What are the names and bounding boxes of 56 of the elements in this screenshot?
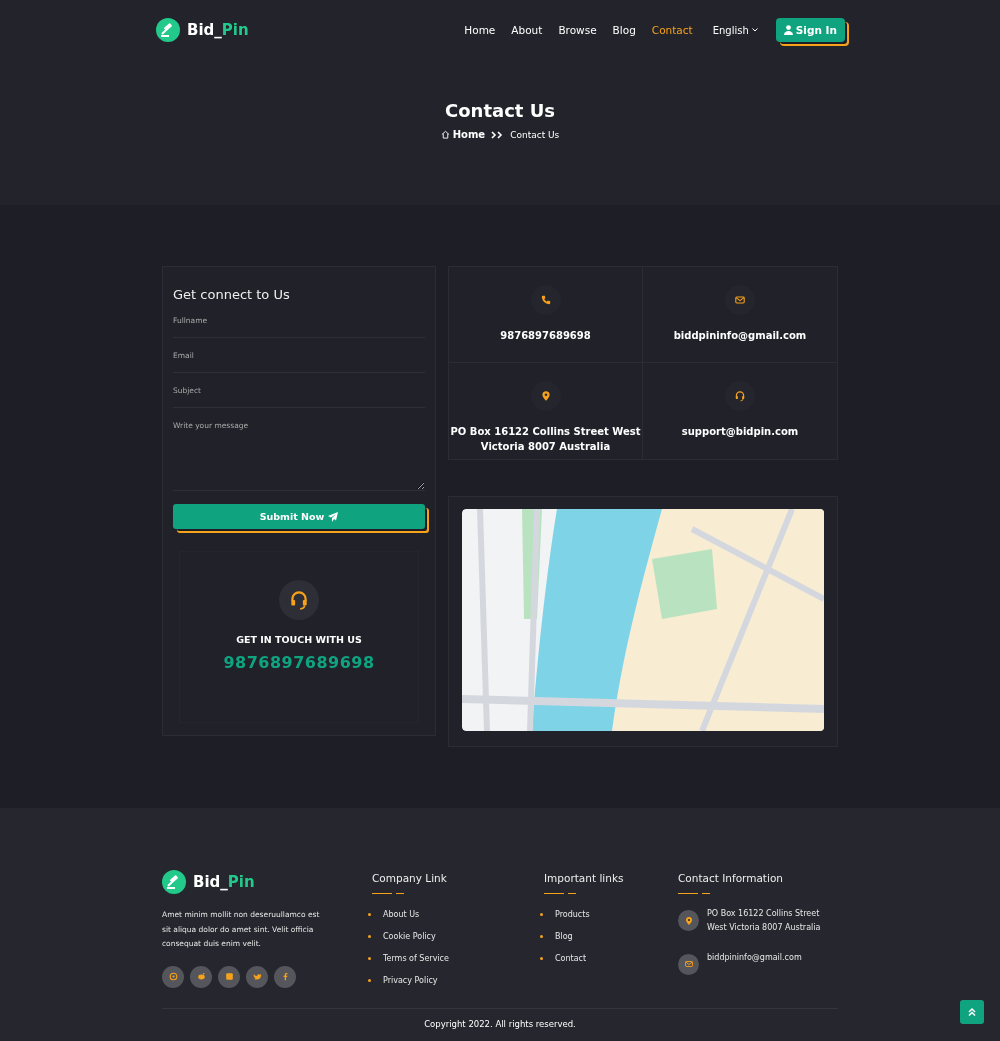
footer-heading: Contact Information <box>678 872 784 884</box>
footer-link[interactable]: Terms of Service <box>383 954 449 963</box>
nav-link[interactable]: Browse <box>558 24 597 36</box>
breadcrumb-current: Contact Us <box>510 129 560 140</box>
social-button[interactable] <box>218 965 240 988</box>
footer-link[interactable]: Privacy Policy <box>383 976 438 985</box>
nav-link[interactable]: Contact <box>651 24 693 36</box>
logo-text[interactable]: Bid_Pin <box>193 873 255 891</box>
twitter-icon <box>251 971 263 983</box>
user-icon <box>783 25 793 35</box>
language-selector[interactable]: English <box>712 24 758 36</box>
ring-icon <box>167 971 179 983</box>
paper-plane-icon <box>328 511 339 522</box>
gavel-logo-icon <box>162 870 186 894</box>
scroll-to-top-button[interactable] <box>960 1000 984 1024</box>
breadcrumb-home-link[interactable]: Home <box>440 129 486 140</box>
chevrons-icon <box>491 130 505 139</box>
headset-icon <box>734 390 746 402</box>
footer-link[interactable]: Contact <box>555 954 587 963</box>
contact-detail: biddpininfo@gmail.com <box>673 329 807 343</box>
reddit-icon <box>195 971 207 983</box>
copyright-text: Copyright 2022. All rights reserved. <box>423 1019 577 1029</box>
headset-icon <box>288 589 310 611</box>
page-title: Contact Us <box>445 100 555 121</box>
location-pin-icon <box>539 390 552 402</box>
contact-detail: 9876897689698 <box>500 329 591 343</box>
envelope-icon <box>683 959 694 970</box>
envelope-icon <box>734 294 746 306</box>
footer-heading: Company Link <box>372 872 448 884</box>
contact-detail: support@bidpin.com <box>681 425 799 439</box>
chevron-down-icon <box>751 28 758 32</box>
contact-detail: PO Box 16122 Collins Street West Victoria 8007 Australia <box>450 425 641 454</box>
footer-contact-text: biddpininfo@gmail.com <box>707 951 802 964</box>
logo-text[interactable]: Bid_Pin <box>187 21 249 39</box>
social-button[interactable] <box>162 965 184 988</box>
footer-link[interactable]: About Us <box>383 910 420 919</box>
nav-link[interactable]: Home <box>464 24 496 36</box>
form-title: Get connect to Us <box>173 287 291 302</box>
nav-link[interactable]: About <box>511 24 543 36</box>
footer-link[interactable]: Blog <box>555 932 573 941</box>
square-icon <box>223 971 235 983</box>
location-pin-icon <box>683 915 694 926</box>
footer-contact-text: PO Box 16122 Collins Street West Victoria 8007 Australia <box>707 908 821 935</box>
footer-link[interactable]: Cookie Policy <box>383 932 436 941</box>
social-button[interactable] <box>246 965 268 988</box>
footer-link[interactable]: Products <box>555 910 590 919</box>
footer-heading: Important links <box>544 872 625 884</box>
social-button[interactable] <box>190 965 212 988</box>
home-icon <box>440 130 450 139</box>
nav-link[interactable]: Blog <box>612 24 636 36</box>
phone-icon <box>539 294 552 306</box>
double-chevron-up-icon <box>967 1007 977 1017</box>
gavel-logo-icon <box>156 18 180 42</box>
get-in-touch-title: GET IN TOUCH WITH US <box>236 634 362 645</box>
phone-number: 9876897689698 <box>223 653 375 672</box>
social-button[interactable] <box>274 965 296 988</box>
